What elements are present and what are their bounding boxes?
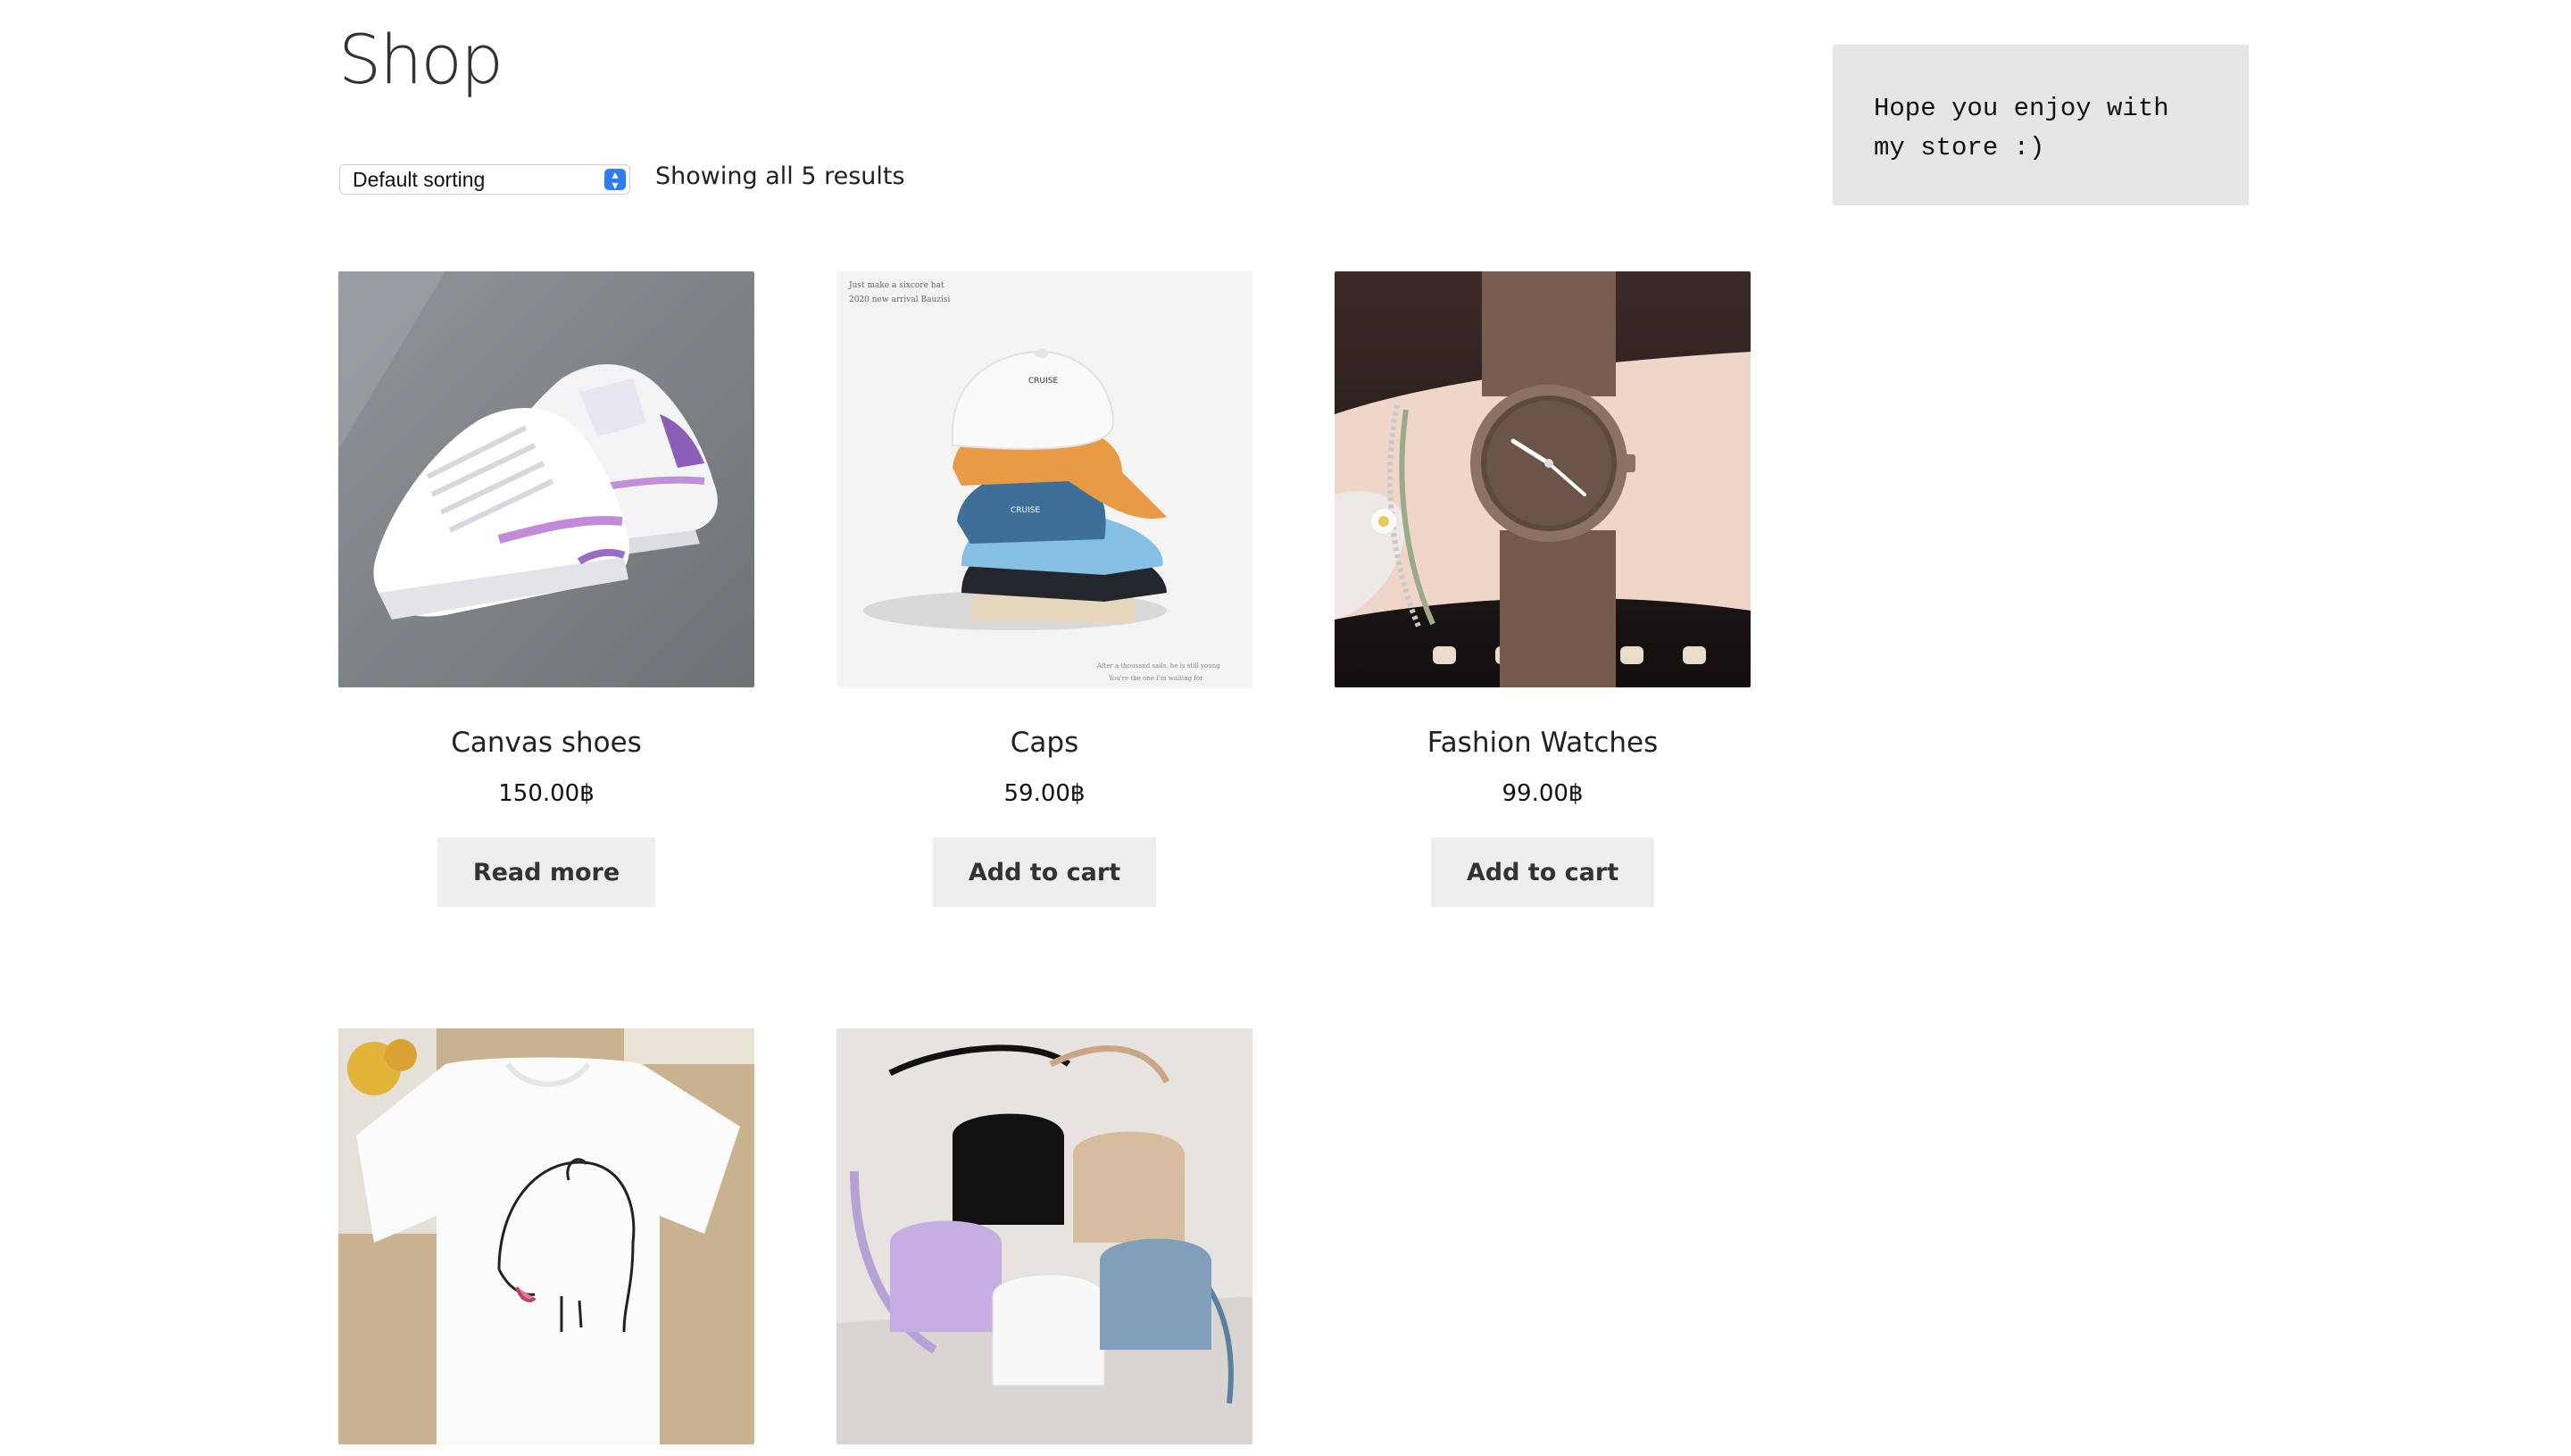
read-more-button[interactable]: Read more	[437, 837, 656, 907]
product-price: 59.00฿	[1003, 780, 1086, 807]
sorting-select[interactable]: Default sorting ▴ ▾	[339, 164, 630, 195]
product-image-fashion-watches[interactable]	[1335, 271, 1751, 687]
shop-page: Shop Default sorting ▴ ▾ Showing all 5 re…	[0, 0, 2571, 1456]
product-card: Just make a sixcore hat 2020 new arrival…	[836, 271, 1252, 907]
result-count: Showing all 5 results	[655, 162, 905, 190]
product-card: Canvas shoes 150.00฿ Read more	[338, 271, 754, 907]
caps-image-text-4: CRUISE	[1028, 377, 1058, 386]
sorting-selected-label: Default sorting	[353, 167, 486, 191]
product-card	[836, 1028, 1252, 1444]
caps-image-text-2: 2020 new arrival Bauzisi	[849, 295, 951, 304]
product-card	[338, 1028, 754, 1444]
product-title[interactable]: Canvas shoes	[338, 727, 754, 759]
product-card: Fashion Watches 99.00฿ Add to cart	[1335, 271, 1751, 907]
product-title[interactable]: Fashion Watches	[1335, 727, 1751, 759]
product-title[interactable]: Caps	[836, 727, 1252, 759]
add-to-cart-button[interactable]: Add to cart	[1430, 837, 1655, 907]
add-to-cart-button[interactable]: Add to cart	[932, 837, 1157, 907]
sidebar-text-widget: Hope you enjoy with my store :)	[1833, 45, 2249, 205]
page-title: Shop	[338, 20, 503, 99]
select-arrows-icon: ▴ ▾	[604, 168, 626, 191]
product-price: 150.00฿	[498, 780, 595, 807]
product-image-tshirt[interactable]	[338, 1028, 754, 1444]
product-image-caps[interactable]: Just make a sixcore hat 2020 new arrival…	[836, 271, 1252, 687]
product-image-bags[interactable]	[836, 1028, 1252, 1444]
caps-image-text-6: You're the one I'm waiting for	[1108, 675, 1203, 682]
caps-image-text-3: CRUISE	[1011, 506, 1040, 515]
caps-image-text-5: After a thousand sails, he is still youn…	[1096, 662, 1220, 670]
product-image-canvas-shoes[interactable]	[338, 271, 754, 687]
caps-image-text-1: Just make a sixcore hat	[848, 281, 944, 290]
product-price: 99.00฿	[1502, 780, 1584, 807]
